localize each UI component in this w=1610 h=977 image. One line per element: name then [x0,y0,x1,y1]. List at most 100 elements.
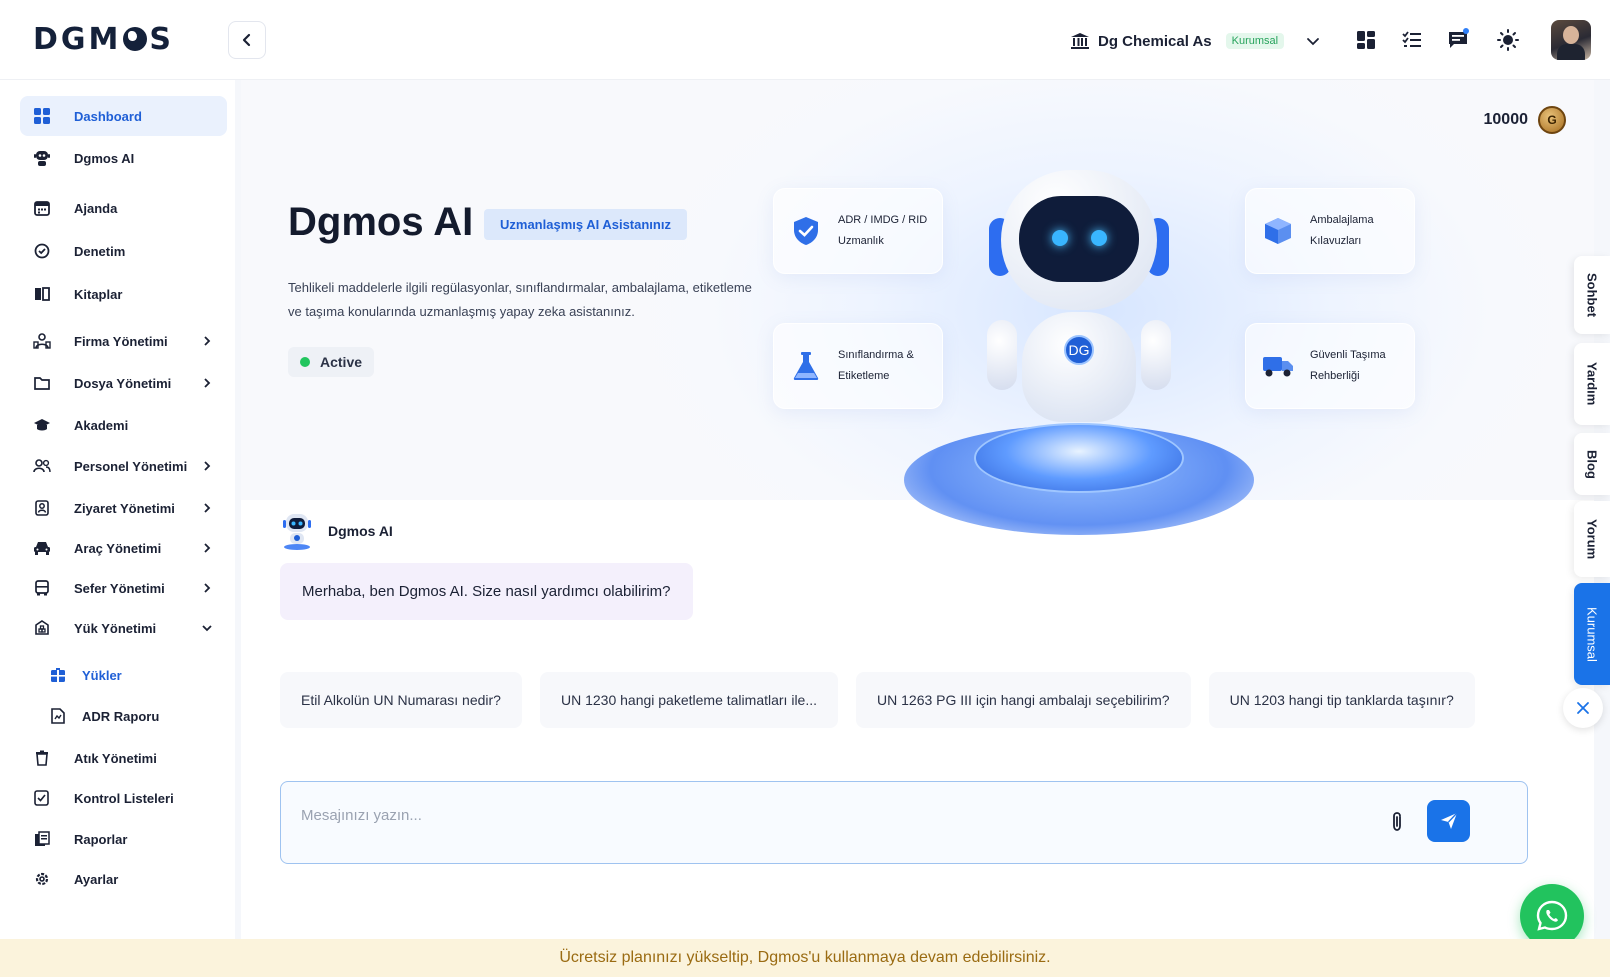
company-selector[interactable]: Dg Chemical As Kurumsal [1070,28,1320,54]
sidebar-item-label: Dashboard [74,108,142,124]
graduation-cap-icon [32,415,52,435]
feature-line1: Ambalajlama [1310,214,1374,226]
credit-value: 10000 [1483,111,1529,128]
paperclip-icon [1393,812,1401,831]
tab-label: Kurumsal [1584,606,1600,662]
sidebar: Dashboard Dgmos AI Ajanda Denetim Kitapl… [0,80,235,940]
chevron-right-icon [204,543,211,553]
suggestion-chip[interactable]: UN 1230 hangi paketleme talimatları ile.… [539,672,839,728]
book-icon [32,284,52,304]
feature-card-guvenli-tasima: Güvenli Taşıma Rehberliği [1245,323,1415,409]
checklist-edit-icon [32,788,52,808]
robot-icon [32,148,52,168]
sidebar-item-kontrol-listeleri[interactable]: Kontrol Listeleri [20,778,227,818]
upgrade-banner[interactable]: Ücretsiz planınızı yükseltip, Dgmos'u ku… [0,939,1610,977]
sidebar-item-adr-raporu[interactable]: ADR Raporu [20,696,227,736]
sidebar-item-label: Akademi [74,417,129,433]
chevron-right-icon [204,503,211,513]
tab-sohbet[interactable]: Sohbet [1574,256,1610,334]
sidebar-item-sefer-yonetimi[interactable]: Sefer Yönetimi [20,568,227,608]
sidebar-item-yuk-yonetimi[interactable]: Yük Yönetimi [20,608,227,648]
logo-text: DGM [33,22,122,57]
pedestal-top [974,423,1184,493]
sidebar-item-ziyaret-yonetimi[interactable]: Ziyaret Yönetimi [20,488,227,528]
attach-button[interactable] [1385,808,1409,836]
message-input[interactable] [301,802,1341,828]
sidebar-item-label: Denetim [74,243,126,259]
message-composer [280,781,1528,864]
apps-grid-button[interactable] [1354,28,1378,52]
sidebar-item-label: Personel Yönetimi [74,458,188,474]
feature-card-adr: ADR / IMDG / RID Uzmanlık [773,188,943,274]
sidebar-item-label: Dosya Yönetimi [74,375,172,391]
robot-face [1019,196,1139,282]
theme-toggle-button[interactable] [1496,28,1520,52]
sidebar-item-label: Araç Yönetimi [74,540,162,556]
sidebar-item-label: Kontrol Listeleri [74,790,174,806]
tab-blog[interactable]: Blog [1574,433,1610,495]
truck-icon [1260,348,1296,384]
close-tabs-button[interactable] [1563,688,1603,728]
sidebar-item-dashboard[interactable]: Dashboard [20,96,227,136]
status-dot [300,357,310,367]
sidebar-item-label: Atık Yönetimi [74,750,157,766]
sidebar-item-label: Ziyaret Yönetimi [74,500,175,516]
package-icon [1260,213,1296,249]
user-avatar[interactable] [1551,20,1591,60]
suggestion-list: Etil Alkolün UN Numarası nedir? UN 1230 … [280,672,1475,728]
dgmos-logo[interactable]: DGM S [33,22,174,57]
tab-kurumsal[interactable]: Kurumsal [1574,583,1610,685]
credit-balance[interactable]: 10000 G [1483,106,1566,134]
tab-label: Blog [1584,449,1600,479]
sidebar-item-atik-yonetimi[interactable]: Atık Yönetimi [20,738,227,778]
visitor-icon [32,498,52,518]
sidebar-item-label: Kitaplar [74,286,123,302]
sidebar-item-label: Ajanda [74,200,118,216]
robot-badge: DG [1064,335,1094,365]
feature-line2: Rehberliği [1310,370,1360,382]
robot-illustration: DG [889,170,1269,550]
tab-label: Yorum [1584,518,1600,560]
chevron-right-icon [204,583,211,593]
sidebar-item-yukler[interactable]: Yükler [20,655,227,695]
suggestion-chip[interactable]: UN 1263 PG III için hangi ambalajı seçeb… [856,672,1191,728]
sidebar-item-personel-yonetimi[interactable]: Personel Yönetimi [20,446,227,486]
bus-icon [32,578,52,598]
suggestion-chip[interactable]: UN 1203 hangi tip tanklarda taşınır? [1208,672,1475,728]
send-icon [1440,812,1457,829]
flask-icon [788,348,824,384]
sidebar-item-ajanda[interactable]: Ajanda [20,188,227,228]
whatsapp-icon [1536,900,1568,931]
chevron-down-icon [1307,38,1320,46]
company-name: Dg Chemical As [1098,32,1212,50]
tab-yorum[interactable]: Yorum [1574,501,1610,577]
shield-icon [788,213,824,249]
feature-line1: ADR / IMDG / RID [838,214,928,226]
tab-yardim[interactable]: Yardım [1574,343,1610,425]
sidebar-item-dosya-yonetimi[interactable]: Dosya Yönetimi [20,363,227,403]
feature-line2: Kılavuzları [1310,235,1362,247]
sidebar-item-akademi[interactable]: Akademi [20,405,227,445]
sidebar-item-arac-yonetimi[interactable]: Araç Yönetimi [20,528,227,568]
send-button[interactable] [1427,800,1470,842]
sidebar-item-dgmos-ai[interactable]: Dgmos AI [20,138,227,178]
sidebar-item-firma-yonetimi[interactable]: Firma Yönetimi [20,321,227,361]
sidebar-item-ayarlar[interactable]: Ayarlar [20,859,227,899]
sidebar-item-label: Firma Yönetimi [74,333,168,349]
sidebar-item-denetim[interactable]: Denetim [20,231,227,271]
sidebar-item-label: Ayarlar [74,871,119,887]
messages-button[interactable] [1446,28,1470,52]
collapse-sidebar-button[interactable] [228,21,266,59]
coin-icon: G [1538,106,1566,134]
bot-avatar-icon [280,512,314,550]
logo-text-tail: S [149,22,174,57]
sidebar-item-raporlar[interactable]: Raporlar [20,819,227,859]
task-list-button[interactable] [1400,28,1424,52]
robot-arm-right [1141,320,1171,390]
top-bar: DGM S Dg Chemical As Kurumsal [0,0,1610,80]
suggestion-chip[interactable]: Etil Alkolün UN Numarası nedir? [280,672,522,728]
sidebar-item-kitaplar[interactable]: Kitaplar [20,274,227,314]
cargo-icon [32,618,52,638]
feature-line2: Uzmanlık [838,235,884,247]
page-title: Dgmos AI [288,200,474,244]
